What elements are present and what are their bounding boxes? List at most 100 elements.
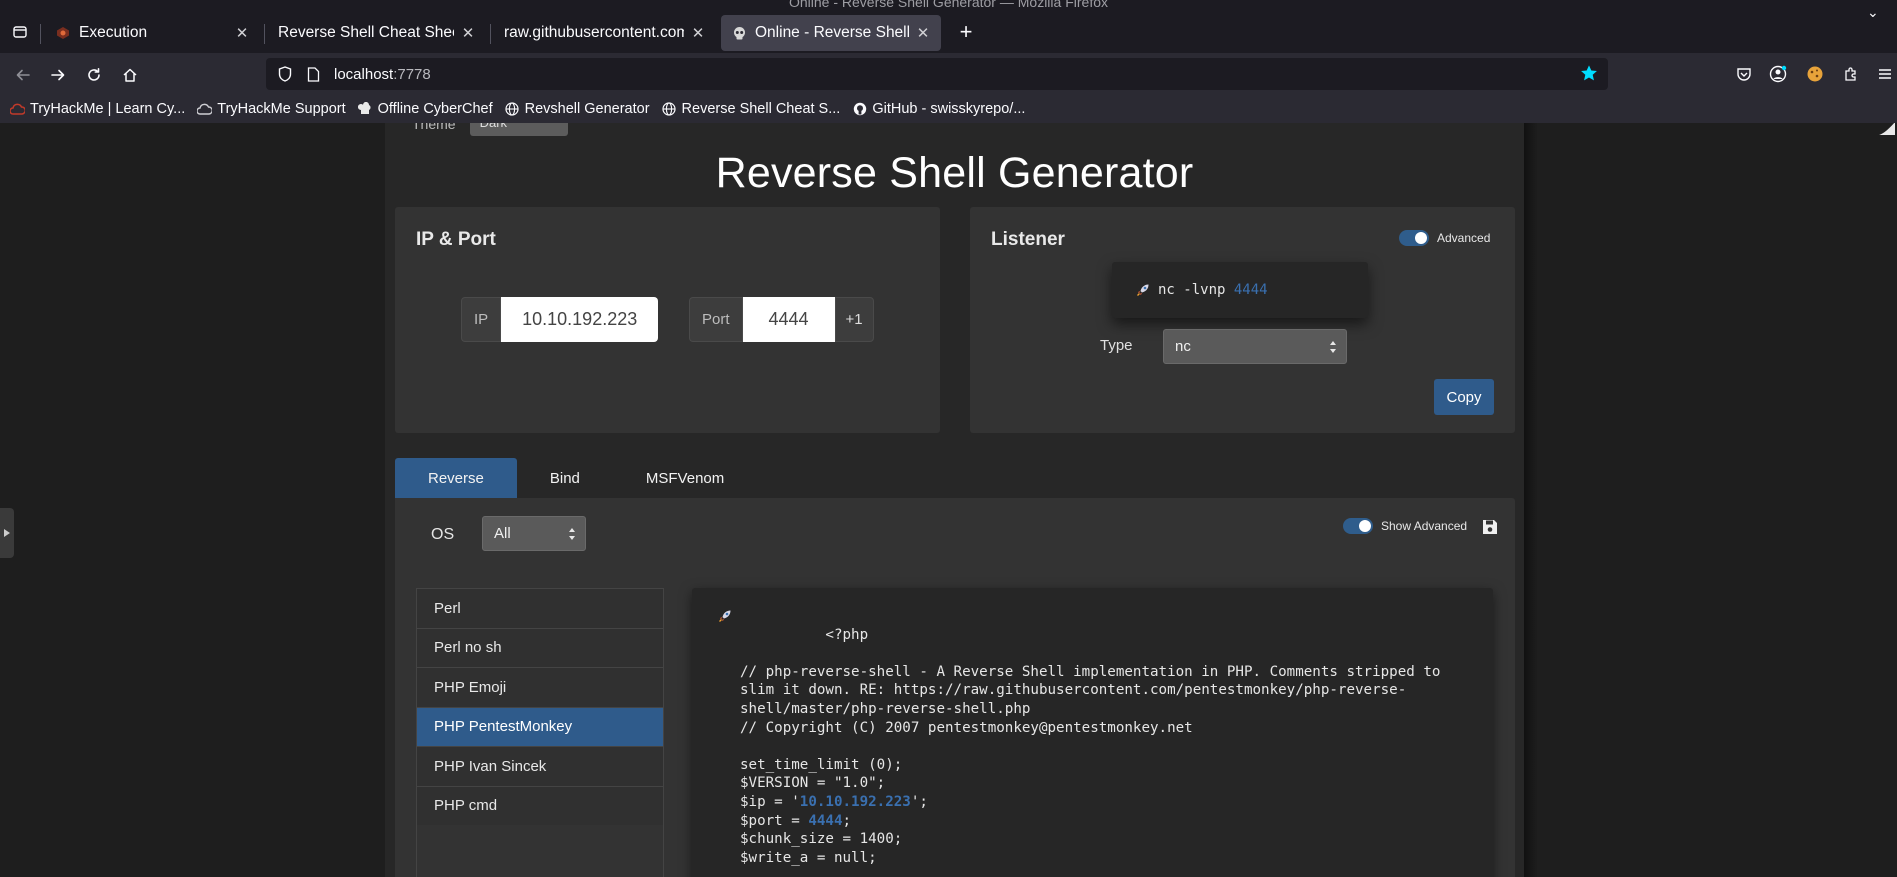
url-text[interactable]: localhost:7778 xyxy=(334,66,431,83)
bookmark-item[interactable]: Reverse Shell Cheat S... xyxy=(662,101,840,117)
tab-reverse[interactable]: Reverse xyxy=(395,458,517,498)
type-label: Type xyxy=(1100,337,1133,354)
app-menu-icon[interactable] xyxy=(1874,63,1896,85)
list-all-tabs-icon[interactable]: ⌄ xyxy=(1867,4,1887,24)
list-item[interactable]: PHP Ivan Sincek xyxy=(417,746,663,786)
tab-overview-icon[interactable] xyxy=(8,20,32,44)
os-label: OS xyxy=(431,526,455,543)
show-advanced-toggle[interactable] xyxy=(1343,518,1373,534)
code-text: '; xyxy=(910,793,928,810)
bookmark-item[interactable]: Revshell Generator xyxy=(505,101,650,117)
ip-input-group: IP 10.10.192.223 xyxy=(461,297,659,342)
code-line: set_time_limit (0); xyxy=(740,756,903,773)
tab-strip: Execution ✕ Reverse Shell Cheat Sheet | … xyxy=(0,4,1897,53)
tab-revshell-generator[interactable]: Online - Reverse Shell Ge ✕ xyxy=(721,15,941,51)
bookmark-item[interactable]: TryHackMe Support xyxy=(197,101,346,117)
page-info-icon[interactable] xyxy=(304,65,322,83)
tab-msfvenom[interactable]: MSFVenom xyxy=(613,458,757,498)
shell-code-output[interactable]: <?php // php-reverse-shell - A Reverse S… xyxy=(692,588,1493,877)
list-item[interactable]: PHP cmd xyxy=(417,785,663,825)
tab-title: Online - Reverse Shell Ge xyxy=(755,24,909,41)
listener-command-prefix: nc -lvnp xyxy=(1158,282,1234,298)
listener-type-select[interactable]: nc xyxy=(1163,329,1347,364)
bookmark-label: TryHackMe | Learn Cy... xyxy=(30,101,186,117)
close-tab-icon[interactable]: ✕ xyxy=(234,25,250,42)
advanced-toggle[interactable] xyxy=(1399,230,1429,246)
tab-bind[interactable]: Bind xyxy=(517,458,613,498)
list-item[interactable]: Perl xyxy=(417,588,663,628)
bookmark-label: Revshell Generator xyxy=(524,101,650,117)
chef-icon xyxy=(358,102,373,117)
thm-favicon-icon xyxy=(55,25,71,41)
rocket-icon xyxy=(718,609,732,629)
navigation-toolbar: localhost:7778 xyxy=(0,53,1897,95)
port-increment-button[interactable]: +1 xyxy=(834,297,874,342)
tab-title: Execution xyxy=(79,24,148,41)
code-line: $VERSION = "1.0"; xyxy=(740,775,886,792)
thm-icon xyxy=(10,102,25,117)
sidebar-toggle-handle[interactable] xyxy=(0,508,14,558)
advanced-label: Advanced xyxy=(1437,231,1491,245)
new-tab-button[interactable]: + xyxy=(952,18,980,46)
home-button[interactable] xyxy=(116,61,144,89)
bookmarks-toolbar: TryHackMe | Learn Cy... TryHackMe Suppor… xyxy=(0,95,1897,123)
ip-input[interactable]: 10.10.192.223 xyxy=(501,297,659,342)
bookmark-item[interactable]: GitHub - swisskyrepo/... xyxy=(852,101,1025,117)
save-icon[interactable] xyxy=(1481,518,1499,536)
port-input[interactable]: 4444 xyxy=(742,297,835,342)
tab-title: Reverse Shell Cheat Sheet | p xyxy=(278,24,454,41)
reload-button[interactable] xyxy=(80,61,108,89)
cookie-extension-icon[interactable] xyxy=(1804,63,1826,85)
bookmark-item[interactable]: Offline CyberChef xyxy=(358,101,493,117)
code-text: ; xyxy=(842,812,852,829)
url-host: localhost xyxy=(334,65,394,83)
tab-execution[interactable]: Execution ✕ xyxy=(45,15,260,51)
ip-port-card: IP & Port IP 10.10.192.223 Port 4444 +1 xyxy=(395,207,940,433)
tab-cheat-sheet[interactable]: Reverse Shell Cheat Sheet | p ✕ xyxy=(268,15,486,51)
rocket-icon xyxy=(1136,283,1150,297)
theme-select[interactable]: Dark xyxy=(469,123,568,136)
select-arrows-icon xyxy=(569,528,575,540)
extensions-icon[interactable] xyxy=(1840,63,1862,85)
ip-port-card-title: IP & Port xyxy=(416,229,496,250)
tab-separator xyxy=(40,24,41,44)
back-button[interactable] xyxy=(9,61,37,89)
list-item[interactable]: Perl no sh xyxy=(417,627,663,667)
os-value: All xyxy=(494,525,511,542)
close-tab-icon[interactable]: ✕ xyxy=(915,25,931,42)
tab-separator xyxy=(490,24,491,44)
tab-separator xyxy=(264,24,265,44)
bookmark-star-icon[interactable] xyxy=(1580,64,1600,84)
generator-container: Theme Dark Reverse Shell Generator IP & … xyxy=(385,123,1538,877)
tab-raw-github[interactable]: raw.githubusercontent.com/ ✕ xyxy=(494,15,716,51)
code-line: <?php xyxy=(718,607,1473,663)
account-icon[interactable] xyxy=(1767,63,1789,85)
code-line: $chunk_size = 1400; xyxy=(740,831,903,848)
tracking-shield-icon[interactable] xyxy=(276,65,294,83)
os-select[interactable]: All xyxy=(482,516,586,551)
forward-button[interactable] xyxy=(44,61,72,89)
tab-title: raw.githubusercontent.com/ xyxy=(504,24,684,41)
bookmark-item[interactable]: TryHackMe | Learn Cy... xyxy=(10,101,185,117)
close-tab-icon[interactable]: ✕ xyxy=(690,25,706,42)
list-item-selected[interactable]: PHP PentestMonkey xyxy=(417,706,663,746)
select-arrows-icon xyxy=(1330,341,1336,353)
url-bar[interactable]: localhost:7778 xyxy=(266,58,1608,90)
pocket-icon[interactable] xyxy=(1733,63,1755,85)
port-label: Port xyxy=(689,297,743,342)
reverse-panel: OS All Show Advanced Perl Perl no sh PHP… xyxy=(395,498,1515,877)
cloud-icon xyxy=(197,102,213,117)
globe-icon xyxy=(505,102,520,117)
theme-label: Theme xyxy=(412,123,456,132)
listener-command: nc -lvnp 4444 xyxy=(1112,262,1368,318)
copy-listener-button[interactable]: Copy xyxy=(1434,379,1494,415)
shell-list: Perl Perl no sh PHP Emoji PHP PentestMon… xyxy=(416,588,664,877)
code-line: // Copyright (C) 2007 pentestmonkey@pent… xyxy=(740,719,1193,736)
listener-card: Listener Advanced nc -lvnp 4444 Type nc … xyxy=(970,207,1515,433)
shell-type-tabs: Reverse Bind MSFVenom xyxy=(395,458,757,498)
list-item[interactable]: PHP Emoji xyxy=(417,667,663,707)
close-tab-icon[interactable]: ✕ xyxy=(460,25,476,42)
bookmark-label: GitHub - swisskyrepo/... xyxy=(872,101,1026,117)
code-line: $port = 4444; xyxy=(718,812,1473,831)
